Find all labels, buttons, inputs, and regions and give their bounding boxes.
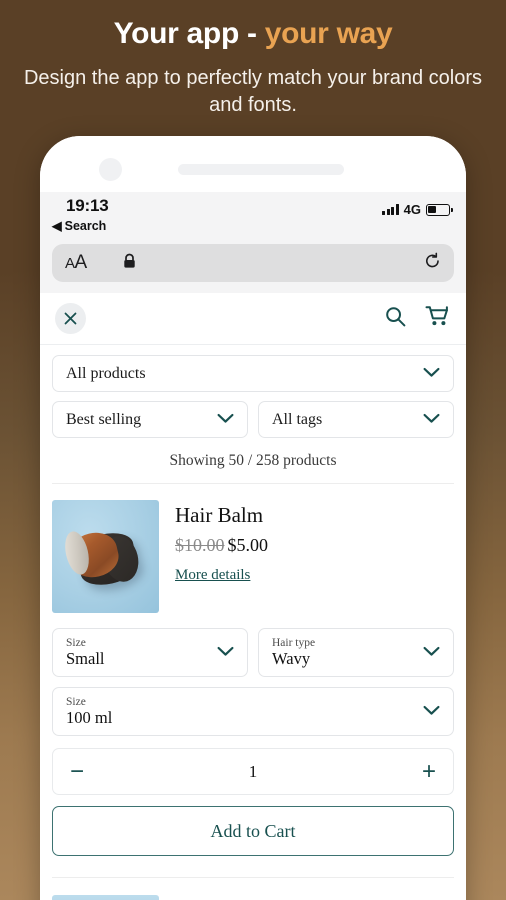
quantity-value[interactable]: 1 [249, 762, 258, 782]
product-price: $10.00 $5.00 [175, 535, 454, 556]
quantity-increment-button[interactable]: + [422, 759, 436, 784]
network-label: 4G [403, 202, 421, 217]
option-value: 100 ml [66, 707, 113, 727]
phone-bezel [40, 136, 466, 192]
current-price: $5.00 [227, 535, 269, 556]
compare-at-price: $10.00 [175, 535, 225, 556]
tags-select-value: All tags [272, 410, 323, 428]
promo-subtitle: Design the app to perfectly match your b… [23, 67, 483, 117]
app-header [40, 293, 466, 345]
sort-select-value: Best selling [66, 410, 142, 428]
page-title: Your app - your way [18, 16, 488, 51]
promo-screenshot: Your app - your way Design the app to pe… [0, 0, 506, 900]
chevron-down-icon [423, 644, 440, 662]
chevron-down-icon [423, 411, 440, 429]
status-indicators: 4G [382, 202, 453, 217]
reload-icon[interactable] [424, 252, 441, 275]
option-hair-type-select[interactable]: Hair type Wavy [258, 628, 454, 677]
close-button[interactable] [55, 303, 86, 334]
product-title: Hair Balm [175, 503, 264, 527]
option-label: Size [66, 695, 86, 708]
results-count: Showing 50 / 258 products [52, 438, 454, 484]
list-divider [52, 877, 454, 878]
close-icon [64, 312, 77, 325]
option-volume-select[interactable]: Size 100 ml [52, 687, 454, 736]
option-label: Size [66, 636, 86, 649]
signal-bars-icon [382, 204, 399, 215]
lock-icon [123, 253, 136, 274]
app-content: All products Best selling All tags Showi… [40, 345, 466, 900]
filter-row: Best selling All tags [52, 401, 454, 438]
more-details-link[interactable]: More details [175, 567, 250, 584]
speaker-grille [178, 164, 344, 175]
add-to-cart-button[interactable]: Add to Cart [52, 806, 454, 856]
option-row: Size Small Hair type Wavy [52, 628, 454, 677]
browser-toolbar: AA [40, 244, 466, 293]
chevron-down-icon [423, 365, 440, 383]
option-label: Hair type [272, 636, 316, 649]
option-value: Wavy [272, 648, 311, 668]
ios-status-bar: 19:13 ◀ Search 4G [40, 192, 466, 244]
option-value: Small [66, 648, 105, 668]
collection-select[interactable]: All products [52, 355, 454, 392]
text-size-icon[interactable]: AA [65, 252, 87, 274]
address-bar[interactable]: AA [52, 244, 454, 282]
sort-select[interactable]: Best selling [52, 401, 248, 438]
chevron-down-icon [217, 411, 234, 429]
promo-title-main: Your app - [113, 17, 265, 50]
cart-icon[interactable] [425, 305, 451, 333]
product-image [52, 500, 159, 613]
quantity-stepper: − 1 + [52, 748, 454, 795]
battery-icon [426, 203, 453, 216]
back-label: Search [64, 218, 107, 233]
product-card[interactable]: Hair Balm $10.00 $5.00 More details [52, 484, 454, 621]
product-info: Hair Balm $10.00 $5.00 More details [175, 500, 454, 613]
chevron-down-icon [217, 644, 234, 662]
status-time: 19:13 [66, 196, 109, 215]
quantity-decrement-button[interactable]: − [70, 759, 84, 784]
chevron-down-icon [423, 703, 440, 721]
back-to-search-link[interactable]: ◀ Search [52, 218, 107, 234]
back-caret-icon: ◀ [52, 219, 62, 233]
tags-select[interactable]: All tags [258, 401, 454, 438]
search-icon[interactable] [384, 305, 407, 333]
promo-title-accent: your way [264, 17, 393, 50]
product-options: Size Small Hair type Wavy Size 100 ml [52, 628, 454, 736]
phone-mockup: 19:13 ◀ Search 4G AA All products Best s… [40, 136, 466, 900]
next-product-image[interactable] [52, 895, 159, 900]
promo-header: Your app - your way Design the app to pe… [0, 0, 506, 119]
collection-select-value: All products [66, 364, 146, 382]
header-actions [384, 305, 451, 333]
option-size-select[interactable]: Size Small [52, 628, 248, 677]
camera-icon [99, 158, 122, 181]
